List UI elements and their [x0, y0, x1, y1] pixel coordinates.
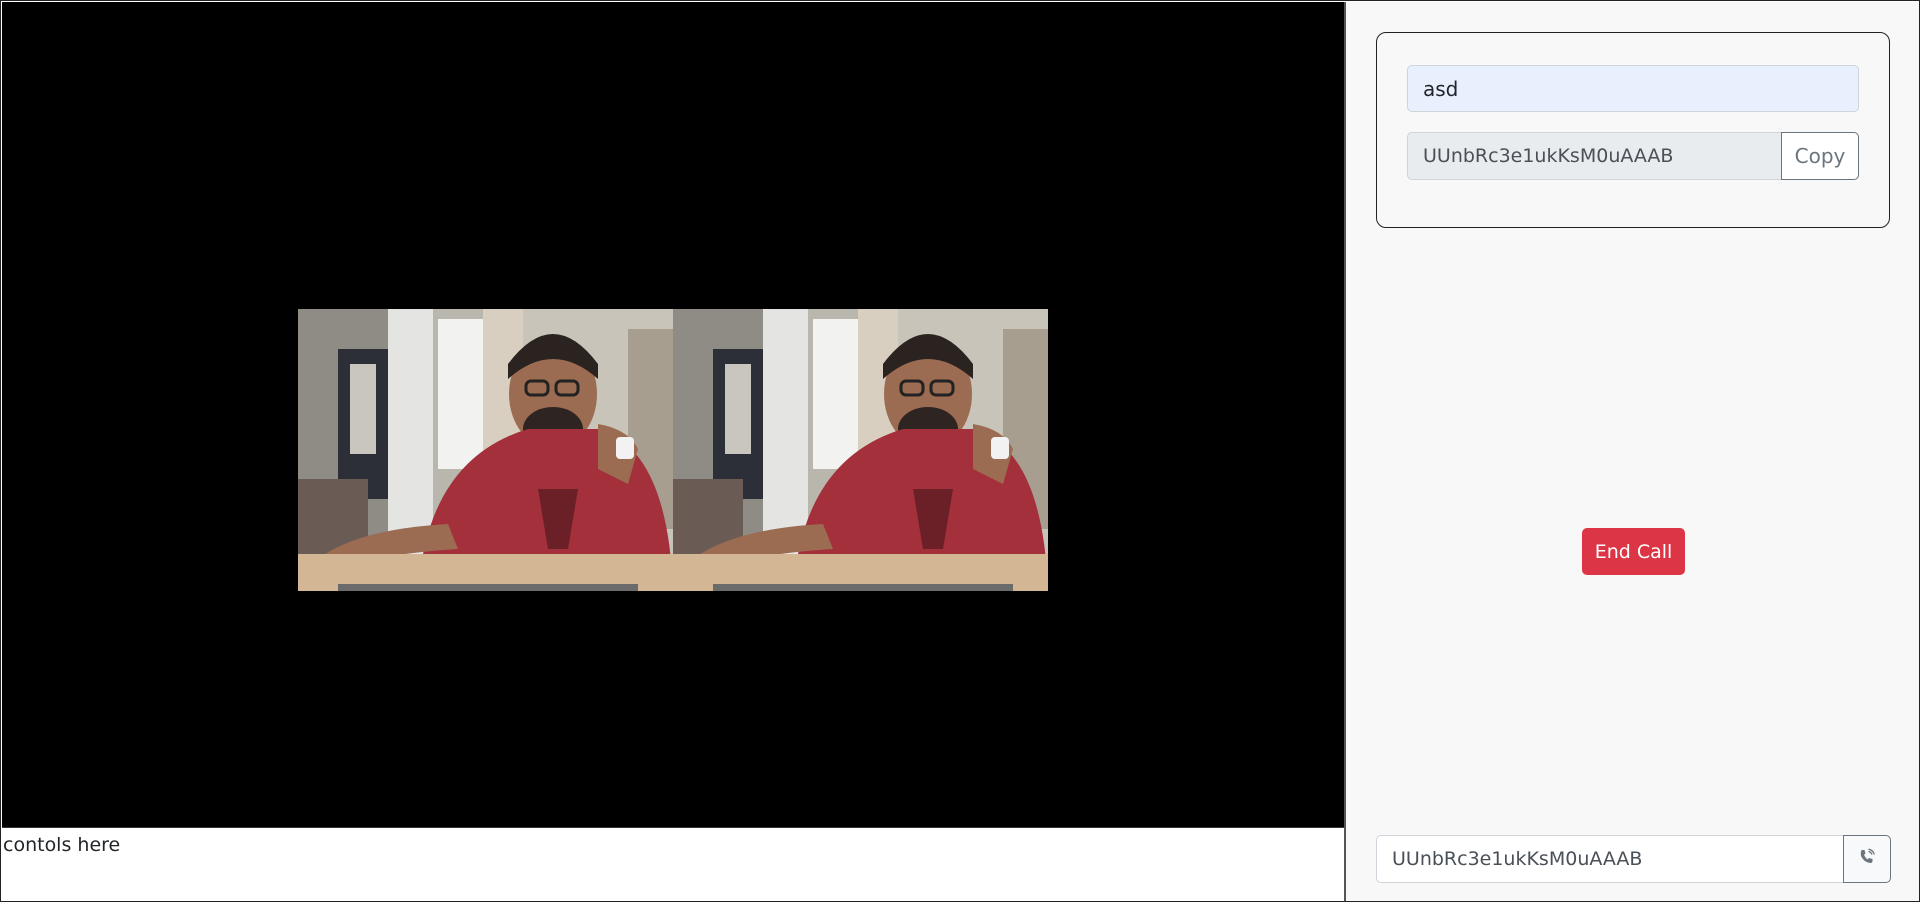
copy-button[interactable]: Copy [1781, 132, 1859, 180]
name-input[interactable] [1407, 65, 1859, 112]
side-panel: UUnbRc3e1ukKsM0uAAAB Copy End Call [1344, 2, 1919, 901]
webcam-frame-image [298, 309, 673, 591]
room-id-group: UUnbRc3e1ukKsM0uAAAB Copy [1407, 132, 1859, 180]
peer-id-input[interactable] [1376, 835, 1843, 883]
end-call-button[interactable]: End Call [1582, 528, 1685, 575]
controls-bar: contols here [2, 827, 1344, 901]
webcam-frame-image [673, 309, 1048, 591]
controls-placeholder-text: contols here [3, 834, 121, 856]
local-video [298, 309, 673, 591]
app-window: contols here UUnbRc3e1ukKsM0uAAAB Copy E… [0, 0, 1920, 902]
video-stage [2, 2, 1344, 827]
room-id-field: UUnbRc3e1ukKsM0uAAAB [1407, 132, 1781, 180]
call-button[interactable] [1843, 835, 1891, 883]
phone-ringing-icon [1858, 848, 1876, 871]
remote-video [673, 309, 1048, 591]
call-group [1376, 835, 1891, 883]
room-card: UUnbRc3e1ukKsM0uAAAB Copy [1376, 32, 1890, 228]
